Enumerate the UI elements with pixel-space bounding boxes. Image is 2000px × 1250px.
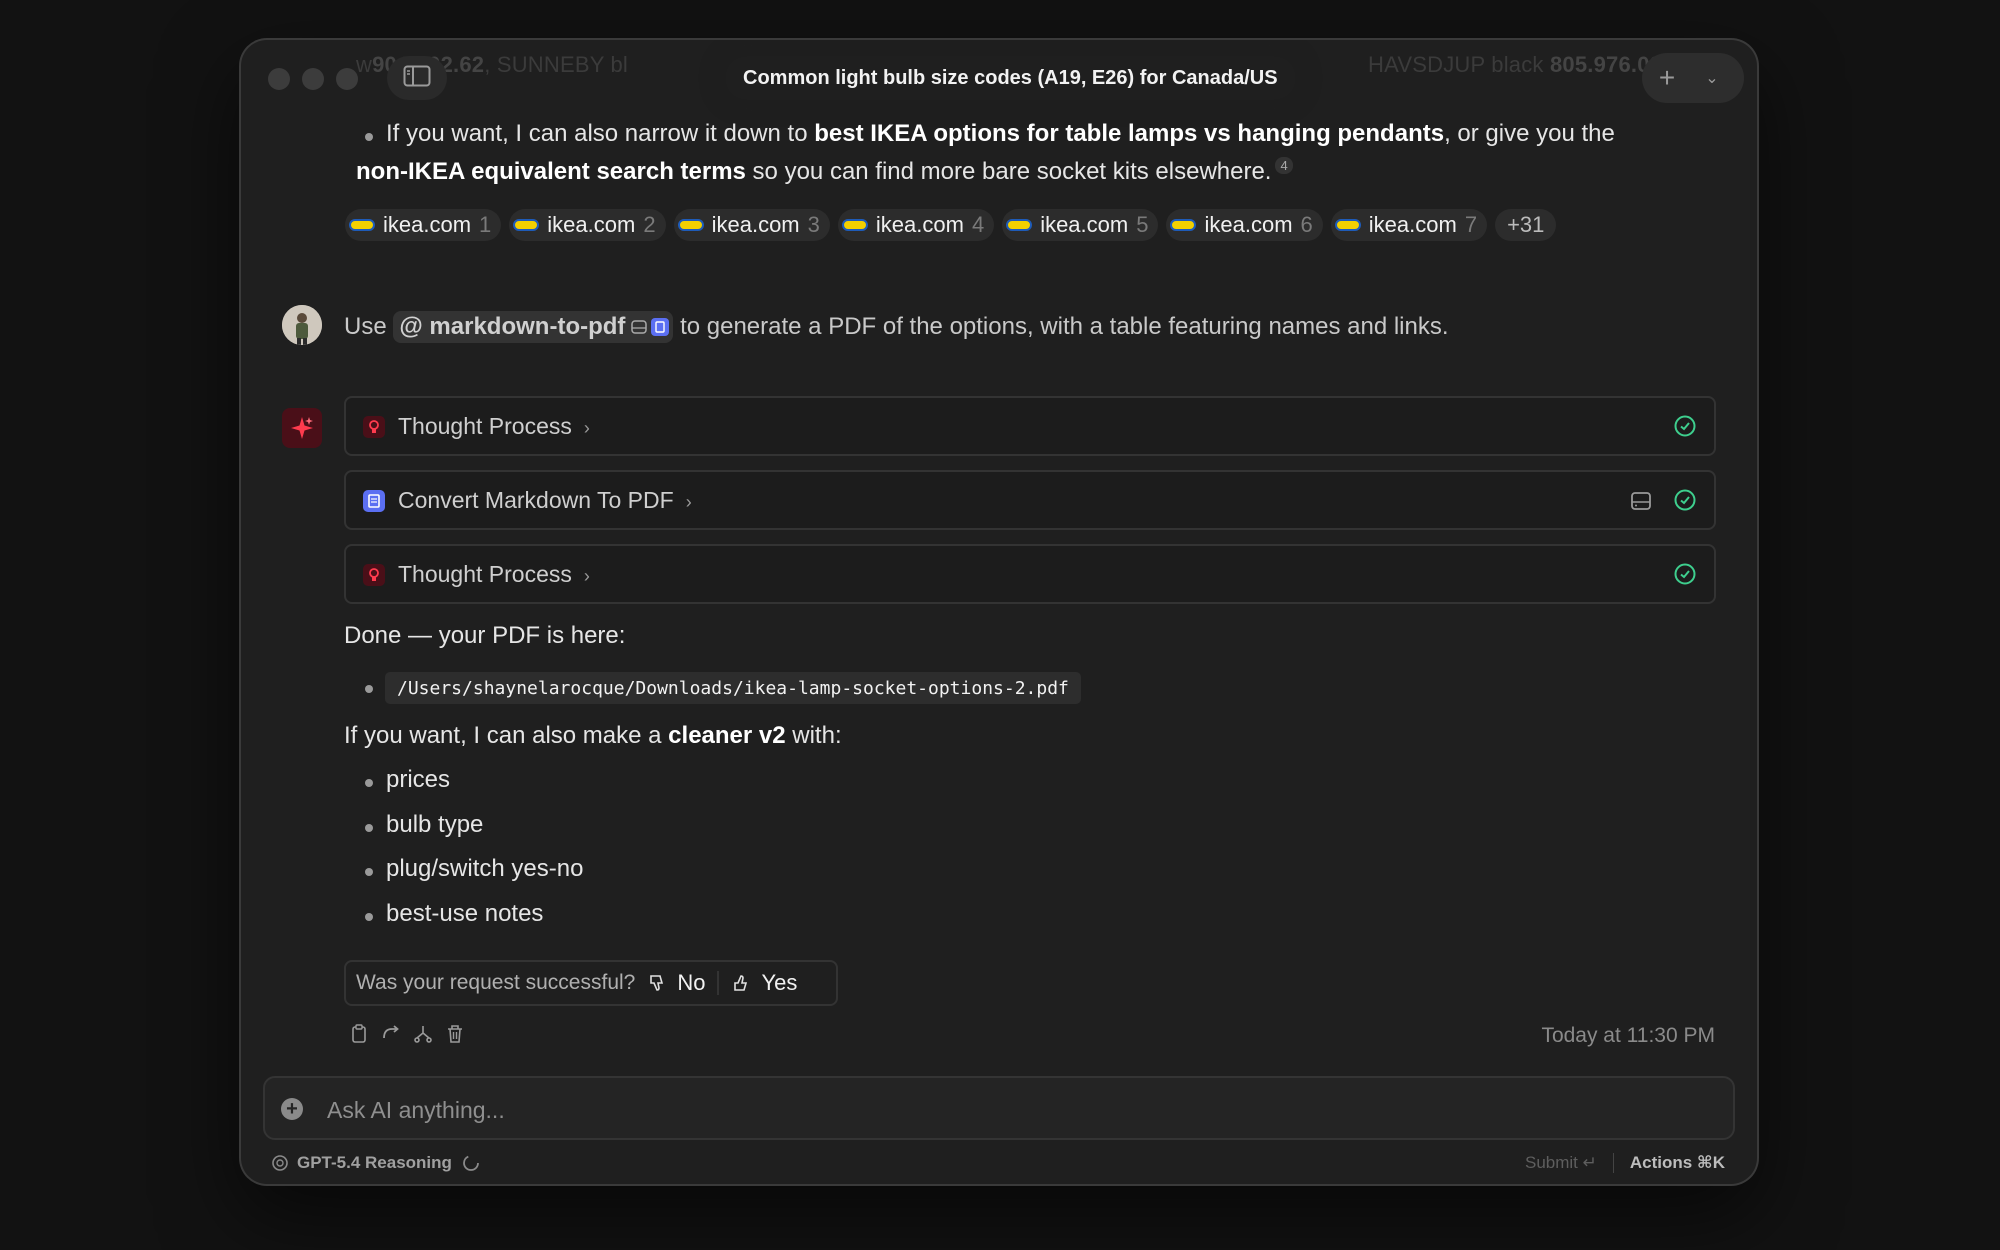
source-chips: ikea.com 1 ikea.com 2 ikea.com 3 ikea.com 4 …	[345, 209, 1557, 241]
step-thought-process[interactable]: Thought Process ›	[344, 544, 1716, 604]
bullet	[365, 824, 373, 832]
chat-controls: + ⌄	[1642, 53, 1744, 103]
citation-badge[interactable]: 4	[1275, 157, 1293, 174]
composer: +	[263, 1076, 1735, 1140]
more-sources-chip[interactable]: +31	[1495, 209, 1557, 241]
ikea-logo-icon	[1170, 219, 1197, 231]
app-window: w904.202.62, SUNNEBY blHAVSDJUP black 80…	[241, 40, 1757, 1184]
close-window-button[interactable]	[268, 68, 290, 90]
openai-icon	[271, 1154, 289, 1172]
actions-button[interactable]: Actions ⌘K	[1630, 1153, 1725, 1173]
lightbulb-icon	[363, 564, 385, 586]
step-convert-markdown-to-pdf[interactable]: Convert Markdown To PDF ›	[344, 470, 1716, 530]
mention-chip[interactable]: @ markdown-to-pdf	[393, 311, 674, 343]
ikea-logo-icon	[677, 219, 704, 231]
source-chip[interactable]: ikea.com 3	[673, 209, 830, 241]
previous-answer-line-1: If you want, I can also narrow it down t…	[386, 120, 1615, 147]
trash-icon[interactable]	[445, 1024, 465, 1044]
branch-icon[interactable]	[413, 1024, 433, 1044]
drive-icon	[631, 320, 648, 334]
previous-answer-line-2: non-IKEA equivalent search terms so you …	[356, 157, 1293, 186]
bullet	[365, 868, 373, 876]
source-chip[interactable]: ikea.com 6	[1166, 209, 1323, 241]
source-chip[interactable]: ikea.com 4	[837, 209, 995, 241]
bullet	[365, 685, 373, 693]
chevron-down-icon[interactable]: ⌄	[1692, 68, 1732, 88]
list-item: prices	[386, 766, 451, 793]
ikea-logo-icon	[1006, 219, 1033, 231]
thumbs-up-icon	[731, 973, 751, 993]
toggle-sidebar-button[interactable]	[387, 56, 447, 100]
user-avatar	[282, 305, 322, 345]
source-chip[interactable]: ikea.com 7	[1330, 209, 1488, 241]
model-selector[interactable]: GPT-5.4 Reasoning	[271, 1153, 480, 1173]
thumbs-down-icon	[647, 973, 667, 993]
feedback-no-button[interactable]: No	[647, 970, 705, 996]
chat-title[interactable]: Common light bulb size codes (A19, E26) …	[725, 56, 1296, 100]
ai-assistant-icon	[282, 408, 322, 448]
lightbulb-icon	[363, 416, 385, 438]
source-chip[interactable]: ikea.com 1	[345, 209, 502, 241]
pdf-path[interactable]: /Users/shaynelarocque/Downloads/ikea-lam…	[385, 672, 1081, 704]
source-chip[interactable]: ikea.com 5	[1002, 209, 1159, 241]
ikea-logo-icon	[513, 219, 540, 231]
step-thought-process[interactable]: Thought Process ›	[344, 396, 1716, 456]
pdf-tool-icon	[651, 318, 670, 336]
chevron-right-icon: ›	[583, 566, 590, 586]
feedback-bar: Was your request successful? No Yes	[344, 960, 838, 1006]
source-chip[interactable]: ikea.com 2	[509, 209, 666, 241]
check-circle-icon	[1674, 489, 1696, 511]
chevron-right-icon: ›	[583, 418, 590, 438]
ikea-logo-icon	[1334, 219, 1361, 231]
list-item: best-use notes	[386, 900, 544, 927]
check-circle-icon	[1674, 415, 1696, 437]
submit-button[interactable]: Submit ↵	[1525, 1153, 1597, 1173]
ikea-logo-icon	[841, 219, 868, 231]
bullet	[365, 133, 373, 141]
minimize-window-button[interactable]	[302, 68, 324, 90]
feedback-question: Was your request successful?	[356, 971, 636, 994]
bullet	[365, 913, 373, 921]
check-circle-icon	[1674, 563, 1696, 585]
ask-ai-input[interactable]	[325, 1090, 1629, 1130]
sidebar-icon	[403, 65, 431, 92]
offer-text: If you want, I can also make a cleaner v…	[344, 722, 842, 749]
done-message: Done — your PDF is here:	[344, 622, 626, 649]
user-message: Use @ markdown-to-pdf to generate a PDF …	[344, 311, 1449, 343]
list-item: bulb type	[386, 811, 484, 838]
zoom-window-button[interactable]	[336, 68, 358, 90]
copy-icon[interactable]	[349, 1024, 369, 1044]
message-timestamp: Today at 11:30 PM	[1541, 1024, 1715, 1047]
feedback-yes-button[interactable]: Yes	[731, 970, 797, 996]
composer-footer-actions: Submit ↵ Actions ⌘K	[1525, 1153, 1725, 1173]
list-item: plug/switch yes-no	[386, 855, 584, 882]
pdf-tool-icon	[363, 490, 385, 512]
message-actions	[349, 1024, 465, 1044]
add-attachment-button[interactable]: +	[281, 1098, 303, 1120]
retry-icon[interactable]	[381, 1024, 401, 1044]
new-chat-button[interactable]: +	[1642, 62, 1692, 94]
bullet	[365, 779, 373, 787]
loading-spinner-icon	[462, 1154, 480, 1172]
chevron-right-icon: ›	[685, 492, 692, 512]
ikea-logo-icon	[349, 219, 375, 231]
drive-icon	[1630, 490, 1652, 517]
